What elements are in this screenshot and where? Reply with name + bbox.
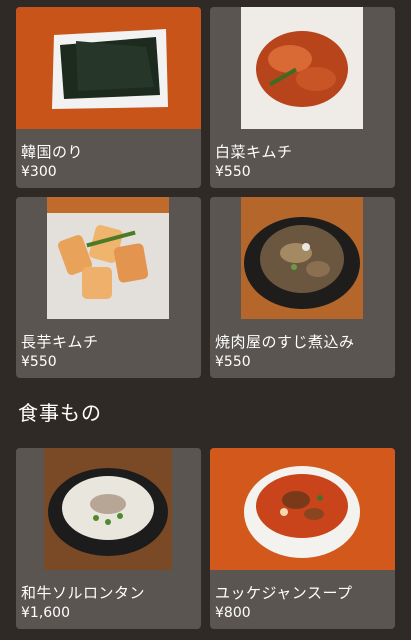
item-price: ¥1,600	[21, 605, 70, 621]
item-name: 焼肉屋のすじ煮込み	[215, 333, 355, 351]
item-price: ¥550	[215, 164, 251, 180]
item-price: ¥550	[215, 354, 251, 370]
menu-item-card[interactable]: 白菜キムチ ¥550	[210, 7, 395, 188]
yukgaejang-photo	[210, 448, 395, 570]
tendon-stew-photo	[210, 197, 395, 319]
item-name: 白菜キムチ	[215, 143, 293, 161]
menu-item-card[interactable]: 韓国のり ¥300	[16, 7, 201, 188]
menu-item-card[interactable]: 焼肉屋のすじ煮込み ¥550	[210, 197, 395, 378]
seolleongtang-photo	[16, 448, 201, 570]
yam-kimchi-photo	[16, 197, 201, 319]
menu-grid-sides: 韓国のり ¥300 白菜キムチ ¥550 長芋キムチ ¥550 焼肉屋のすじ煮込…	[16, 7, 395, 378]
section-title: 食事もの	[18, 401, 102, 425]
menu-item-card[interactable]: 長芋キムチ ¥550	[16, 197, 201, 378]
menu-item-card[interactable]: 和牛ソルロンタン ¥1,600	[16, 448, 201, 629]
menu-item-card[interactable]: ユッケジャンスープ ¥800	[210, 448, 395, 629]
item-name: 和牛ソルロンタン	[21, 584, 146, 602]
item-name: 韓国のり	[21, 143, 84, 161]
item-price: ¥800	[215, 605, 251, 621]
kimchi-photo	[210, 7, 395, 129]
menu-grid-meals: 和牛ソルロンタン ¥1,600 ユッケジャンスープ ¥800	[16, 448, 395, 629]
item-name: 長芋キムチ	[21, 333, 99, 351]
item-price: ¥300	[21, 164, 57, 180]
seaweed-photo	[16, 7, 201, 129]
item-price: ¥550	[21, 354, 57, 370]
item-name: ユッケジャンスープ	[215, 584, 353, 602]
